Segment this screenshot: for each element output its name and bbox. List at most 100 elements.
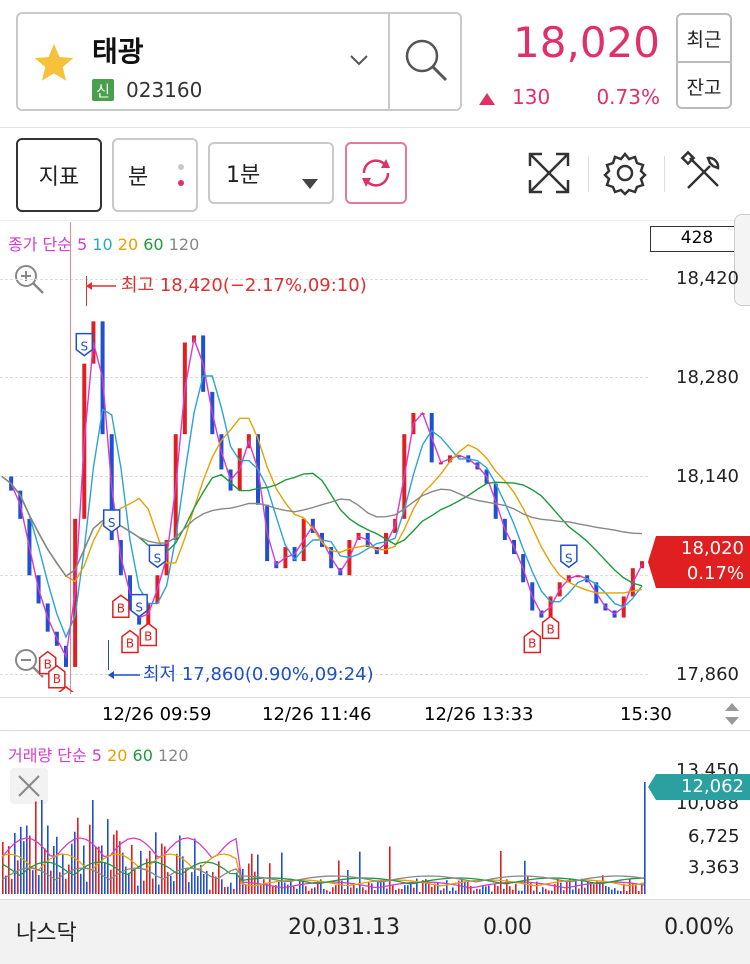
- fullscreen-icon[interactable]: [526, 150, 572, 196]
- volume-bar: [401, 888, 403, 894]
- svg-text:B: B: [117, 601, 125, 615]
- recent-button[interactable]: 최근: [678, 15, 730, 61]
- sell-signal-icon: S: [75, 332, 94, 357]
- volume-bar: [179, 835, 181, 894]
- volume-bar: [221, 879, 223, 894]
- current-price-tag: 18,020 0.17%: [648, 536, 750, 588]
- volume-bar: [98, 846, 100, 894]
- volume-bar: [137, 885, 139, 894]
- volume-bar: [407, 885, 409, 894]
- legend-vma5: 5: [91, 746, 102, 765]
- volume-bar: [539, 891, 541, 894]
- volume-bar: [326, 890, 328, 894]
- high-arrow-stem: [86, 276, 87, 306]
- stock-name: 태광: [92, 35, 144, 68]
- gear-icon[interactable]: [602, 150, 648, 196]
- volume-bar: [182, 856, 184, 894]
- volume-bar: [362, 887, 364, 894]
- market-badge: 신: [92, 79, 114, 101]
- volume-bar: [299, 879, 301, 894]
- toolbar-divider: [588, 156, 589, 192]
- volume-bar: [335, 885, 337, 894]
- volume-bar: [68, 864, 70, 894]
- volume-bar: [563, 890, 565, 894]
- search-icon[interactable]: [402, 36, 450, 84]
- sell-signal-icon: S: [130, 593, 148, 618]
- volume-bar: [95, 846, 97, 894]
- volume-bar: [560, 882, 562, 894]
- volume-bar: [404, 885, 406, 894]
- volume-bar: [215, 876, 217, 894]
- volume-bar: [524, 860, 526, 894]
- volume-bar: [443, 888, 445, 894]
- resize-handle-icon[interactable]: [724, 702, 740, 726]
- refresh-icon: [362, 159, 390, 187]
- volume-bar: [533, 890, 535, 894]
- volume-bar: [80, 873, 82, 894]
- volume-bar: [209, 889, 211, 894]
- volume-bar: [23, 841, 25, 894]
- volume-bar: [593, 884, 595, 894]
- volume-bar: [629, 878, 631, 894]
- volume-chart[interactable]: [0, 766, 648, 896]
- y-tick: 18,280: [676, 367, 739, 388]
- period-type-button[interactable]: 분: [112, 138, 198, 212]
- volume-bar: [203, 873, 205, 894]
- star-icon[interactable]: [32, 42, 76, 84]
- right-scroll-tab[interactable]: [734, 214, 750, 306]
- volume-bar: [170, 875, 172, 894]
- vol-y-tick: 6,725: [688, 826, 740, 847]
- buy-signal-icon: B: [139, 622, 158, 647]
- side-button-group: 최근 잔고: [676, 13, 732, 109]
- high-annotation: 최고 18,420(−2.17%,09:10): [121, 275, 367, 296]
- volume-bar: [59, 872, 61, 894]
- volume-bar: [77, 817, 79, 894]
- volume-bar: [224, 886, 226, 894]
- buy-signal-icon: B: [112, 594, 130, 618]
- ma-line: [1, 336, 643, 659]
- toolbar-divider: [664, 156, 665, 192]
- volume-bar: [197, 876, 199, 894]
- volume-bar: [260, 885, 262, 894]
- buy-signal-icon: B: [121, 629, 139, 654]
- vol-y-tick: 3,363: [688, 857, 740, 878]
- volume-bar: [551, 890, 553, 894]
- volume-bar: [488, 885, 490, 894]
- volume-bar: [263, 879, 265, 894]
- volume-bar: [92, 800, 94, 894]
- y-tick: 18,420: [676, 268, 739, 289]
- x-tick: 12/26 09:59: [102, 704, 212, 725]
- volume-bar: [278, 881, 280, 894]
- sell-signal-icon: S: [102, 509, 121, 533]
- refresh-button[interactable]: [345, 142, 407, 204]
- dot-icon: [178, 180, 184, 186]
- interval-select[interactable]: 1분: [208, 142, 334, 204]
- volume-bar: [272, 886, 274, 894]
- volume-bar: [431, 886, 433, 894]
- balance-button[interactable]: 잔고: [678, 63, 730, 109]
- volume-bar: [392, 884, 394, 894]
- volume-bar: [17, 860, 19, 894]
- svg-text:B: B: [126, 637, 134, 651]
- buy-signal-icon: B: [48, 664, 66, 689]
- volume-bar: [191, 872, 193, 894]
- x-tick: 12/26 13:33: [424, 704, 534, 725]
- header-divider: [388, 12, 390, 111]
- volume-bar: [464, 881, 466, 894]
- volume-bar: [446, 880, 448, 894]
- svg-text:B: B: [546, 622, 554, 636]
- chevron-down-icon[interactable]: [349, 52, 369, 66]
- volume-bar: [635, 884, 637, 894]
- volume-bar: [638, 891, 640, 894]
- volume-bar: [104, 862, 106, 894]
- current-volume-value: 12,062: [681, 776, 744, 797]
- volume-bar: [308, 890, 310, 894]
- legend-vma60: 60: [132, 746, 153, 765]
- stock-selector[interactable]: [16, 12, 462, 111]
- tools-icon[interactable]: [680, 150, 726, 196]
- buy-signal-icon: B: [523, 629, 542, 654]
- current-pct-tag-value: 0.17%: [686, 563, 744, 584]
- indicator-button[interactable]: 지표: [16, 138, 102, 212]
- x-tick: 15:30: [620, 704, 672, 725]
- volume-bar: [500, 850, 502, 894]
